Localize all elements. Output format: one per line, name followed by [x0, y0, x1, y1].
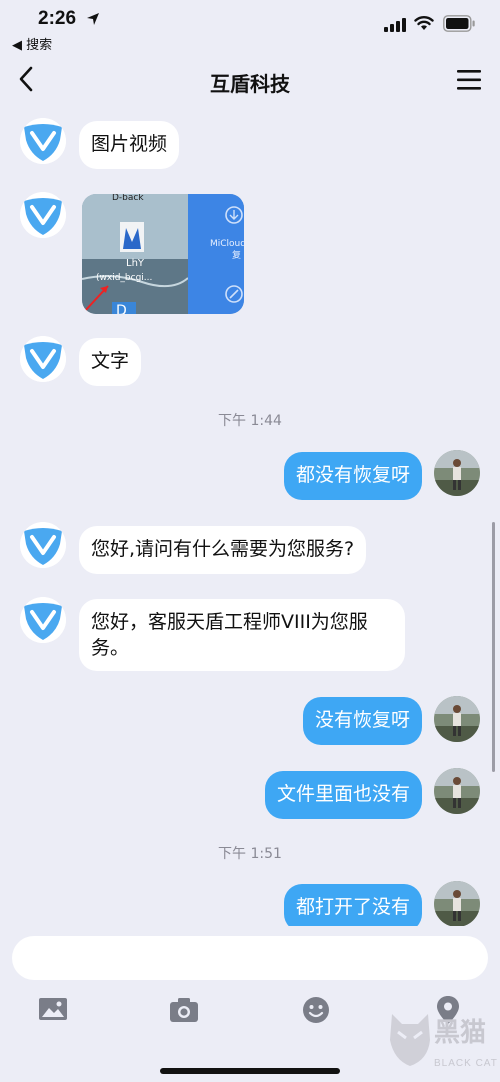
user-avatar [434, 696, 480, 742]
message-text: 您好,请问有什么需要为您服务? [91, 538, 355, 560]
agent-avatar [20, 336, 66, 382]
message-bubble-agent: 您好,请问有什么需要为您服务? [79, 526, 367, 574]
message-bubble-agent: 文字 [79, 338, 142, 386]
back-to-app-link[interactable]: ◀ 搜索 [12, 34, 52, 53]
status-bar: 2:26 ◀ 搜索 [0, 0, 500, 53]
menu-icon[interactable] [456, 68, 482, 92]
battery-icon [443, 15, 475, 32]
message-bubble-user: 没有恢复呀 [302, 697, 422, 745]
message-text: 图片视频 [91, 133, 168, 155]
message-text: 文字 [91, 350, 130, 372]
home-indicator[interactable] [160, 1068, 340, 1074]
user-avatar [434, 881, 480, 927]
message-text-line: 务。 [91, 637, 130, 659]
message-timestamp: 下午 1:44 [218, 413, 282, 429]
wifi-icon [414, 16, 434, 30]
watermark-subtext: BLACK CAT [434, 1058, 498, 1069]
thumbnail-text: (wxid_bcgi... [96, 273, 152, 283]
svg-text:D: D [116, 303, 127, 314]
message-input[interactable] [12, 936, 488, 980]
agent-avatar [20, 597, 66, 643]
camera-icon[interactable] [168, 994, 200, 1026]
message-bubble-agent: 您好，客服天盾工程师VIII为您服 务。 [79, 599, 405, 671]
message-timestamp: 下午 1:51 [218, 846, 282, 862]
message-text: 没有恢复呀 [314, 709, 410, 731]
thumbnail-text: D-back [112, 194, 144, 203]
message-bubble-user: 都没有恢复呀 [283, 452, 422, 500]
scrollbar[interactable] [492, 522, 495, 772]
blackcat-logo-icon [390, 1014, 430, 1066]
agent-avatar [20, 192, 66, 238]
message-text: 都没有恢复呀 [295, 464, 410, 486]
message-text-line: 您好，客服天盾工程师VIII为您服 [91, 611, 368, 633]
agent-avatar [20, 522, 66, 568]
thumbnail-text: 复 [232, 249, 241, 261]
thumbnail-text: MiCloud [210, 239, 244, 249]
nav-bar: 互盾科技 [0, 52, 500, 108]
thumbnail-text: LhY [126, 258, 145, 269]
agent-avatar [20, 118, 66, 164]
message-bubble-user: 文件里面也没有 [264, 771, 422, 819]
user-avatar [434, 768, 480, 814]
message-text: 都打开了没有 [295, 896, 410, 918]
status-time: 2:26 [38, 8, 77, 29]
message-bubble-agent: 图片视频 [79, 121, 180, 169]
screenshot-thumbnail: D-back LhY (wxid_bcgi... D MiCloud 复 [82, 194, 244, 314]
cellular-signal-icon [384, 18, 406, 32]
watermark-text: 黑猫 [434, 1017, 487, 1047]
user-avatar [434, 450, 480, 496]
emoji-icon[interactable] [300, 994, 332, 1026]
image-icon[interactable] [37, 994, 69, 1026]
message-image[interactable]: D-back LhY (wxid_bcgi... D MiCloud 复 [82, 194, 244, 314]
message-text: 文件里面也没有 [276, 783, 410, 805]
page-title: 互盾科技 [210, 72, 290, 96]
location-arrow-icon [87, 13, 99, 25]
message-bubble-user: 都打开了没有 [283, 884, 422, 932]
